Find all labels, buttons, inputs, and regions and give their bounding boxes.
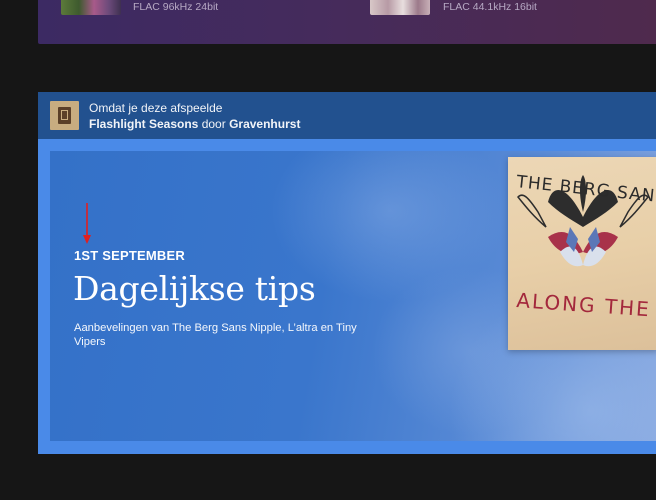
daily-picks-section: Omdat je deze afspeelde Flashlight Seaso… xyxy=(38,92,656,454)
banner-description: Aanbevelingen van The Berg Sans Nipple, … xyxy=(74,322,357,348)
source-album-name[interactable]: Flashlight Seasons xyxy=(89,117,198,131)
by-connector: door xyxy=(201,117,226,131)
audio-quality-label: FLAC 44.1kHz 16bit xyxy=(443,1,537,13)
featured-album-art[interactable]: THE BERG SANS NI ALONG THE QUA xyxy=(508,157,656,350)
source-album-thumbnail[interactable] xyxy=(50,101,79,130)
daily-tips-banner[interactable]: 1ST SEPTEMBER Dagelijkse tips Aanbevelin… xyxy=(50,151,656,441)
album-thumbnail[interactable] xyxy=(370,0,430,15)
album-art-lettering-top: THE BERG SANS NI xyxy=(514,172,656,211)
source-album-line: Flashlight Seasons door Gravenhurst xyxy=(89,117,300,131)
source-artist-name[interactable]: Gravenhurst xyxy=(229,117,300,131)
because-you-played-label: Omdat je deze afspeelde xyxy=(89,101,223,115)
date-eyebrow: 1ST SEPTEMBER xyxy=(74,248,185,263)
audio-quality-label: FLAC 96kHz 24bit xyxy=(133,1,219,13)
banner-title[interactable]: Dagelijkse tips xyxy=(73,269,316,308)
album-thumbnail[interactable] xyxy=(61,0,121,15)
album-art-lettering-bottom: ALONG THE QUA xyxy=(516,288,656,325)
because-you-played-header[interactable]: Omdat je deze afspeelde Flashlight Seaso… xyxy=(38,92,656,139)
previous-recommendation-card[interactable]: FLAC 96kHz 24bit FLAC 44.1kHz 16bit xyxy=(38,0,656,44)
annotation-arrow xyxy=(83,203,91,244)
